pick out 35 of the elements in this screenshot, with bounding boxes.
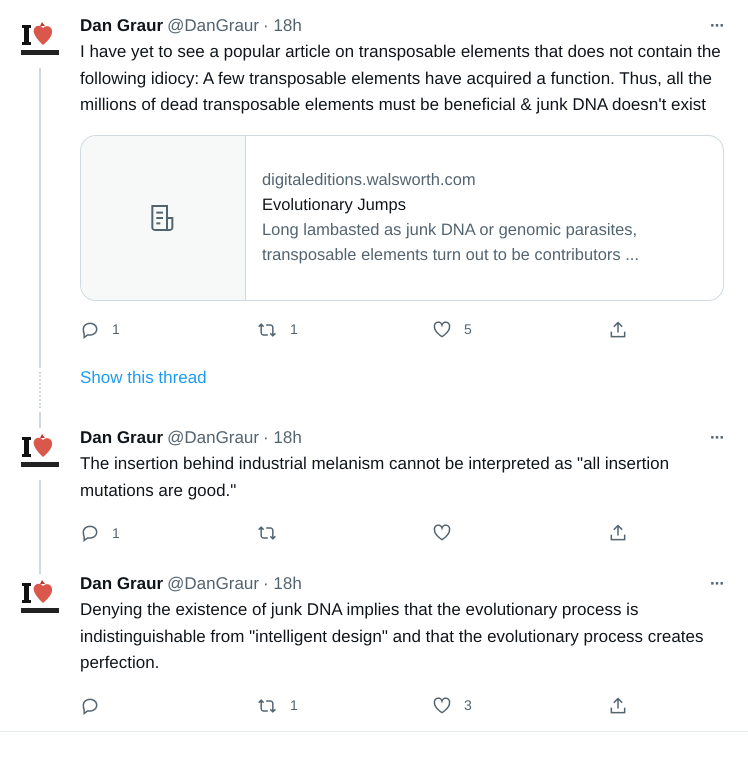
reply-icon[interactable] bbox=[80, 320, 100, 340]
author-name[interactable]: Dan Graur bbox=[80, 572, 164, 596]
more-button[interactable]: ··· bbox=[710, 14, 724, 38]
reply-count: 1 bbox=[112, 524, 120, 542]
author-handle[interactable]: @DanGraur bbox=[167, 426, 260, 450]
author-name[interactable]: Dan Graur bbox=[80, 426, 164, 450]
heart-icon[interactable] bbox=[432, 523, 452, 543]
card-title: Evolutionary Jumps bbox=[262, 194, 407, 216]
author-handle[interactable]: @DanGraur bbox=[167, 572, 260, 596]
like-count: 5 bbox=[464, 320, 472, 339]
tweet-time[interactable]: · 18h bbox=[263, 14, 302, 38]
more-button[interactable]: ··· bbox=[710, 426, 724, 450]
tweet-text: Denying the existence of junk DNA implies that the evolutionary process is indistinguishable from "intelligent design" and that the evolutionary process creates perfection. bbox=[80, 599, 704, 674]
like-count: 3 bbox=[464, 696, 472, 715]
share-icon[interactable] bbox=[608, 320, 628, 340]
tweet-text: The insertion behind industrial melanism cannot be interpreted as "all insertion mutations are good." bbox=[80, 453, 670, 502]
reply-count: 1 bbox=[112, 320, 120, 339]
retweet-count: 1 bbox=[290, 696, 298, 715]
card-domain: digitaleditions.walsworth.com bbox=[262, 170, 477, 190]
author-name[interactable]: Dan Graur bbox=[80, 14, 164, 38]
card-description: Long lambasted as junk DNA or genomic parasites, transposable elements turn out to be contributors ... bbox=[262, 220, 640, 266]
reply-icon[interactable] bbox=[80, 523, 100, 543]
retweet-count: 1 bbox=[290, 320, 298, 339]
more-button[interactable]: ··· bbox=[710, 572, 724, 596]
reply-icon[interactable] bbox=[80, 696, 100, 716]
author-handle[interactable]: @DanGraur bbox=[167, 14, 260, 38]
retweet-icon[interactable] bbox=[256, 523, 278, 543]
tweet-text: I have yet to see a popular article on transposable elements that does not contain the following idiocy: A few transposable elements have acquired a function. Thus, all the millions of dead transposable elements must be beneficial & junk DNA doesn't exist bbox=[80, 41, 722, 116]
tweet-time[interactable]: · 18h bbox=[263, 426, 302, 450]
share-icon[interactable] bbox=[608, 523, 628, 543]
share-icon[interactable] bbox=[608, 696, 628, 716]
tweet-time[interactable]: · 18h bbox=[263, 572, 302, 596]
link-card[interactable]: digitaleditions.walsworth.com Evolutionary Jumps Long lambasted as junk DNA or genomic parasites, transposable elements turn out to be contributors ... bbox=[80, 134, 724, 300]
heart-icon[interactable] bbox=[432, 696, 452, 716]
heart-icon[interactable] bbox=[432, 320, 452, 340]
